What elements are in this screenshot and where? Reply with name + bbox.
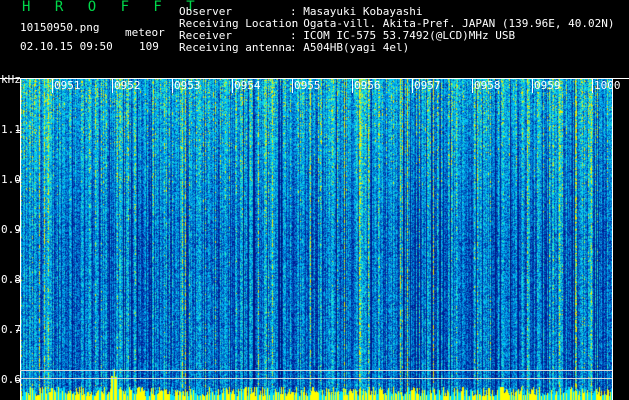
- x-tick-label: 0953: [174, 79, 201, 92]
- x-tick-label: 0951: [54, 79, 81, 92]
- x-tick-label: 0958: [474, 79, 501, 92]
- x-tick-label: 0956: [354, 79, 381, 92]
- x-tick-mark: [412, 79, 413, 93]
- y-tick-mark: [16, 230, 20, 231]
- x-tick-mark: [472, 79, 473, 93]
- brand-title: H R O F F T: [22, 0, 203, 15]
- x-tick-label: 0959: [534, 79, 561, 92]
- x-tick-label: 0954: [234, 79, 261, 92]
- y-tick-mark: [16, 380, 20, 381]
- x-tick-mark: [52, 79, 53, 93]
- spectrogram-canvas: [20, 79, 612, 400]
- y-tick-mark: [16, 280, 20, 281]
- x-tick-mark: [292, 79, 293, 93]
- x-tick-mark: [352, 79, 353, 93]
- meteor-label: meteor: [125, 26, 165, 39]
- y-axis-unit: kHz: [1, 73, 21, 86]
- x-tick-mark: [532, 79, 533, 93]
- reference-line-lower: [20, 378, 612, 379]
- spectrogram-panel: [20, 79, 612, 400]
- x-tick-mark: [232, 79, 233, 93]
- x-tick-mark: [112, 79, 113, 93]
- y-tick-mark: [16, 130, 20, 131]
- x-tick-label: 1000: [594, 79, 621, 92]
- x-tick-label: 0955: [294, 79, 321, 92]
- antenna-label: Receiving antenna: [179, 41, 292, 54]
- x-tick-label: 0952: [114, 79, 141, 92]
- filename-label: 10150950.png: [20, 21, 100, 34]
- y-tick-mark: [16, 330, 20, 331]
- x-tick-mark: [592, 79, 593, 93]
- meteor-count: 109: [139, 40, 159, 53]
- y-tick-mark: [16, 180, 20, 181]
- x-tick-mark: [172, 79, 173, 93]
- reference-line-upper: [20, 370, 612, 371]
- antenna-value: : A504HB(yagi 4el): [290, 41, 410, 54]
- header-panel: H R O F F T 10150950.png 02.10.15 09:50 …: [0, 0, 629, 78]
- right-frame-line: [612, 78, 613, 400]
- x-tick-label: 0957: [414, 79, 441, 92]
- datetime-label: 02.10.15 09:50: [20, 40, 113, 53]
